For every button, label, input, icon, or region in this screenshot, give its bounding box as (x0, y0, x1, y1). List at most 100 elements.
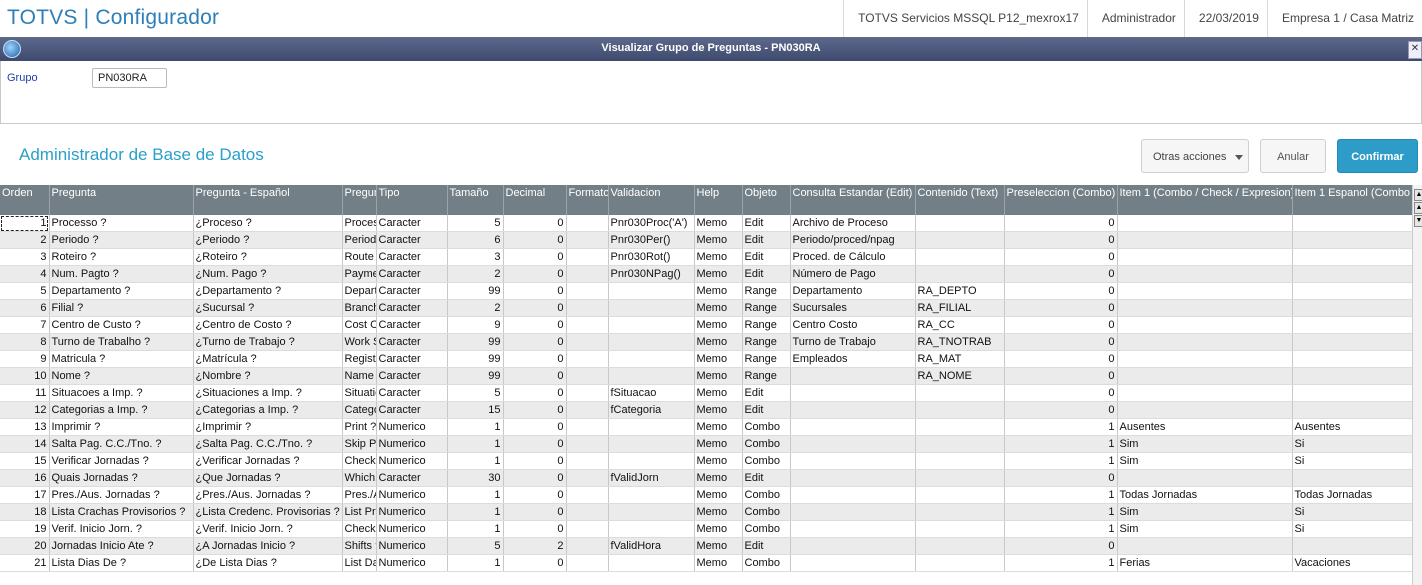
table-cell[interactable]: 20 (0, 537, 50, 555)
table-cell[interactable]: 1 (1004, 435, 1118, 453)
table-cell[interactable]: Filial ? (49, 299, 194, 317)
table-cell[interactable] (566, 554, 609, 572)
table-cell[interactable]: Categorias a Imp. ? (49, 401, 194, 419)
table-cell[interactable]: RA_CC (915, 316, 1005, 334)
table-cell[interactable]: Memo (694, 469, 743, 487)
table-row[interactable]: 1Processo ?¿Proceso ?Process ?Caracter50… (0, 215, 1412, 232)
table-cell[interactable]: fValidHora (608, 537, 695, 555)
column-header[interactable]: Help (694, 185, 743, 215)
table-cell[interactable]: 0 (503, 486, 567, 504)
table-cell[interactable] (566, 418, 609, 436)
table-cell[interactable] (566, 384, 609, 402)
table-cell[interactable]: Turno de Trabalho ? (49, 333, 194, 351)
table-cell[interactable]: fSituacao (608, 384, 695, 402)
table-cell[interactable]: 17 (0, 486, 50, 504)
table-cell[interactable]: Matricula ? (49, 350, 194, 368)
column-header[interactable]: Preseleccion (Combo) (1004, 185, 1118, 215)
table-cell[interactable] (1117, 299, 1293, 317)
table-cell[interactable]: 0 (503, 248, 567, 266)
table-cell[interactable] (1292, 299, 1412, 317)
table-cell[interactable]: ¿Pres./Aus. Jornadas ? (193, 486, 343, 504)
table-cell[interactable]: Which ? (342, 469, 377, 487)
table-cell[interactable]: Department ? (342, 282, 377, 300)
table-cell[interactable]: Process ? (342, 215, 377, 232)
scroll-down-icon[interactable]: ▼ (1414, 215, 1422, 227)
table-cell[interactable] (915, 231, 1005, 249)
table-cell[interactable] (608, 299, 695, 317)
table-row[interactable]: 2Periodo ?¿Periodo ?Period ?Caracter60Pn… (0, 231, 1412, 249)
table-cell[interactable]: Work Shift ? (342, 333, 377, 351)
table-row[interactable]: 18 Lista Crachas Provisorios ? ¿Lista Cred… (0, 503, 1412, 521)
table-cell[interactable]: Imprimir ? (49, 418, 194, 436)
table-cell[interactable]: Memo (694, 215, 743, 232)
table-cell[interactable]: 1 (1004, 418, 1118, 436)
table-cell[interactable]: Si (1292, 520, 1412, 538)
table-cell[interactable] (1117, 350, 1293, 368)
table-cell[interactable]: Range (742, 367, 791, 385)
table-cell[interactable]: 1 (1004, 554, 1118, 572)
table-cell[interactable]: Pres./Aus. Jornadas ? (49, 486, 194, 504)
table-cell[interactable] (608, 486, 695, 504)
column-header[interactable]: Item 1 (Combo / Check / Expresion) (1117, 185, 1293, 215)
table-cell[interactable]: Pnr030NPag() (608, 265, 695, 283)
table-cell[interactable]: 1 (447, 520, 504, 538)
table-cell[interactable]: Sim (1117, 520, 1293, 538)
table-cell[interactable] (790, 469, 916, 487)
table-cell[interactable] (1117, 367, 1293, 385)
table-cell[interactable] (608, 520, 695, 538)
confirm-button[interactable]: Confirmar (1337, 139, 1418, 173)
table-cell[interactable]: Ferias (1117, 554, 1293, 572)
table-cell[interactable]: 1 (0, 215, 50, 232)
table-cell[interactable]: RA_FILIAL (915, 299, 1005, 317)
table-cell[interactable]: Nome ? (49, 367, 194, 385)
table-cell[interactable]: Memo (694, 316, 743, 334)
table-cell[interactable] (1117, 265, 1293, 283)
table-row[interactable]: 13 Imprimir ? ¿Imprimir ? Print ? Numerico 1 0… (0, 418, 1412, 436)
table-cell[interactable] (608, 418, 695, 436)
table-cell[interactable]: Edit (742, 215, 791, 232)
table-cell[interactable]: Memo (694, 384, 743, 402)
table-cell[interactable]: Pnr030Proc('A') (608, 215, 695, 232)
table-cell[interactable] (608, 503, 695, 521)
table-cell[interactable]: Centro de Custo ? (49, 316, 194, 334)
table-cell[interactable]: Salta Pag. C.C./Tno. ? (49, 435, 194, 453)
table-cell[interactable]: Range (742, 299, 791, 317)
table-cell[interactable] (1117, 231, 1293, 249)
table-cell[interactable]: 0 (1004, 469, 1118, 487)
table-cell[interactable] (608, 452, 695, 470)
table-cell[interactable]: 18 (0, 503, 50, 521)
table-cell[interactable]: Caracter (376, 367, 448, 385)
table-cell[interactable]: Edit (742, 248, 791, 266)
table-cell[interactable]: 0 (503, 367, 567, 385)
table-row[interactable]: 3Roteiro ?¿Roteiro ?Route ?Caracter30Pnr… (0, 248, 1412, 266)
table-cell[interactable] (915, 554, 1005, 572)
table-cell[interactable] (1292, 469, 1412, 487)
table-cell[interactable]: Edit (742, 537, 791, 555)
table-cell[interactable]: ¿Sucursal ? (193, 299, 343, 317)
table-cell[interactable]: 14 (0, 435, 50, 453)
table-cell[interactable] (608, 554, 695, 572)
table-cell[interactable] (566, 537, 609, 555)
table-cell[interactable]: Caracter (376, 401, 448, 419)
table-cell[interactable] (608, 367, 695, 385)
table-cell[interactable]: 0 (503, 265, 567, 283)
table-cell[interactable]: fCategoria (608, 401, 695, 419)
table-cell[interactable]: Periodo/proced/npag (790, 231, 916, 249)
table-cell[interactable]: Verificar Jornadas ? (49, 452, 194, 470)
table-cell[interactable]: Memo (694, 282, 743, 300)
table-cell[interactable]: ¿Proceso ? (193, 215, 343, 232)
table-cell[interactable]: 21 (0, 554, 50, 572)
table-row[interactable]: 21Lista Dias De ?¿De Lista Dias ?List Da… (0, 554, 1412, 572)
table-cell[interactable]: 99 (447, 282, 504, 300)
table-row[interactable]: 19 Verif. Inicio Jorn. ? ¿Verif. Inicio Jo… (0, 520, 1412, 538)
table-cell[interactable]: 0 (1004, 367, 1118, 385)
table-cell[interactable]: Skip Page ? (342, 435, 377, 453)
table-cell[interactable]: 2 (447, 299, 504, 317)
table-cell[interactable]: Combo (742, 486, 791, 504)
table-cell[interactable]: 0 (1004, 299, 1118, 317)
table-cell[interactable]: Combo (742, 418, 791, 436)
table-row[interactable]: 11 Situacoes a Imp. ? ¿Situaciones a Imp. … (0, 384, 1412, 402)
table-cell[interactable]: 0 (503, 469, 567, 487)
table-cell[interactable]: Memo (694, 367, 743, 385)
column-header[interactable]: Item 1 Espanol (Combo / Check / Expresio… (1292, 185, 1412, 215)
